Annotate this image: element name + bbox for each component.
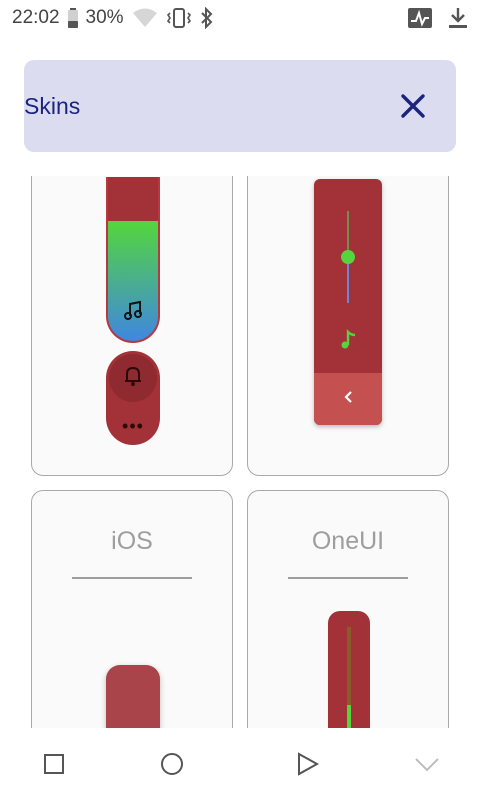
music-note-icon	[314, 329, 382, 356]
vibrate-icon	[166, 8, 192, 28]
skin-2-volume-knob	[341, 250, 355, 264]
skin-1-ringer-pill: •••	[106, 351, 160, 445]
close-icon[interactable]	[400, 93, 426, 119]
divider	[72, 577, 192, 579]
play-icon[interactable]	[293, 750, 321, 778]
bluetooth-icon	[200, 7, 214, 29]
skin-card-oneui[interactable]: OneUI	[247, 490, 449, 728]
skin-1-bell-button	[109, 354, 157, 402]
skin-card-2[interactable]	[247, 176, 449, 476]
wifi-icon	[132, 8, 158, 28]
skin-ios-volume-pill	[106, 665, 160, 728]
skin-2-collapse-footer	[314, 373, 382, 425]
status-right	[408, 7, 468, 29]
chevron-left-icon	[342, 390, 354, 409]
skin-title: OneUI	[311, 527, 385, 555]
battery-icon	[67, 8, 78, 28]
skin-title: iOS	[111, 527, 153, 555]
more-dots-icon: •••	[122, 416, 144, 436]
skin-oneui-volume-pill	[328, 611, 370, 728]
navigation-bar	[0, 728, 480, 800]
circle-icon[interactable]	[158, 750, 186, 778]
download-icon	[448, 7, 468, 29]
skin-card-1[interactable]: •••	[31, 176, 233, 476]
skin-oneui-volume-fill	[347, 705, 351, 728]
chevron-down-icon[interactable]	[413, 750, 441, 778]
page-title: Skins	[24, 93, 81, 119]
music-note-icon	[108, 300, 158, 327]
status-time: 22:02	[12, 7, 60, 28]
status-bar: 22:02 30%	[0, 0, 480, 36]
divider	[288, 577, 408, 579]
skins-header: Skins	[24, 60, 456, 152]
skins-grid: ••• iOS OneUI	[0, 176, 480, 728]
square-icon[interactable]	[40, 750, 68, 778]
skin-2-volume-panel	[314, 179, 382, 425]
skin-card-ios[interactable]: iOS	[31, 490, 233, 728]
skin-1-volume-slider	[106, 177, 160, 343]
status-left: 22:02 30%	[12, 7, 214, 29]
bell-icon	[123, 365, 143, 392]
activity-icon	[408, 8, 432, 28]
battery-percent: 30%	[85, 7, 124, 28]
